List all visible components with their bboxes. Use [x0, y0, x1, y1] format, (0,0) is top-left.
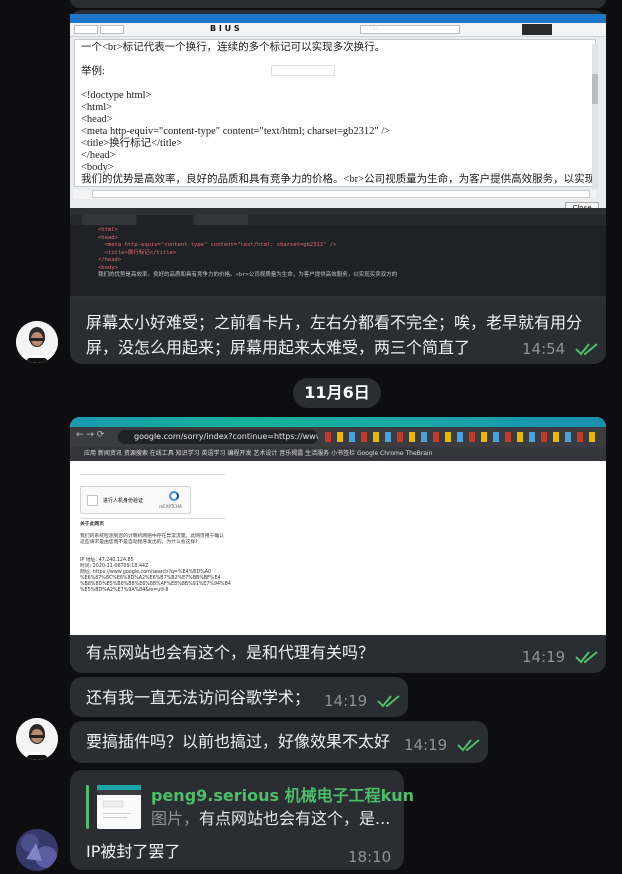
code-line: </head> [98, 257, 122, 263]
google-sorry-page: 进行人机身份验证 reCAPTCHA 关于此网页 我们的系统检测到您的计算机网络… [70, 461, 606, 635]
double-check-icon [377, 695, 400, 708]
editor-title-bar [70, 14, 606, 23]
editor-line: 一个<br>标记代表一个换行，连续的多个标记可以实现多次换行。 [81, 42, 386, 53]
reply-snippet: 图片，有点网站也会有这个，是... [151, 808, 390, 830]
double-check-icon [457, 739, 480, 752]
editor-text-area[interactable]: 一个<br>标记代表一个换行，连续的多个标记可以实现多次换行。 举例: <!do… [74, 39, 596, 187]
screenshot-image[interactable]: B I U S HTML 一个<br>标记代表一个换行，连续的多个标记可以实现多… [70, 14, 606, 302]
code-line: 我们的优势是高效率，良好的品质和具有竞争力的价格。<br>公司视质量为生命，为客… [98, 272, 398, 278]
reply-indicator [86, 785, 89, 829]
code-line: <head> [98, 234, 118, 241]
message-text: 要搞插件吗？以前也搞过，好像效果不太好 [86, 732, 391, 751]
browser-toolbar: ← → ⟳ google.com/sorry/index?continue=ht… [70, 427, 606, 447]
reply-thumbnail [97, 785, 141, 829]
editor-line: <title>换行标记</title> [81, 138, 183, 149]
code-line: <body> [98, 264, 118, 271]
double-check-icon [575, 651, 598, 664]
code-editor-window: <html> <head> <meta http-equiv="content-t… [70, 208, 606, 302]
editor-toolbar: B I U S HTML [70, 23, 606, 37]
message-time: 14:19 [522, 648, 599, 666]
code-line: <html> [98, 227, 118, 233]
message-bubble[interactable]: peng9.serious 机械电子工程kun 图片，有点网站也会有这个，是..… [70, 770, 414, 870]
editor-line: 我们的优势是高效率，良好的品质和具有竞争力的价格。<br>公司视质量为生命，为客… [81, 174, 596, 185]
editor-line: <meta http-equiv="content-type" content=… [81, 126, 391, 137]
message-text: 有点网站也会有这个，是和代理有关吗？ [86, 643, 375, 662]
code-area: <html> <head> <meta http-equiv="content-t… [70, 225, 606, 280]
editor-line: 举例: [81, 66, 105, 77]
editor-status-bar [74, 190, 596, 199]
message-time: 18:10 [348, 848, 392, 866]
editor-line: <body> [81, 162, 114, 173]
editor-line: <!doctype html> [81, 90, 152, 101]
message-time: 14:19 [404, 736, 481, 754]
editor-line: <html> [81, 102, 113, 113]
message-time: 14:19 [324, 692, 401, 710]
double-check-icon [575, 343, 598, 356]
message-text: IP被封了罢了 [86, 842, 181, 861]
chat-view: B I U S HTML 一个<br>标记代表一个换行，连续的多个标记可以实现多… [0, 0, 622, 874]
avatar[interactable] [16, 718, 58, 760]
code-line: <meta http-equiv="content-type" content=… [98, 242, 337, 248]
recaptcha-widget[interactable]: 进行人机身份验证 reCAPTCHA [80, 486, 191, 514]
code-line: <title>换行标记</title> [98, 249, 177, 256]
editor-line: <head> [81, 114, 113, 125]
bookmarks-bar: 应用 新闻资讯 资源搜索 在线工具 知识学习 英语学习 编程开发 艺术设计 音乐… [70, 447, 606, 461]
message-time: 14:54 [522, 340, 599, 358]
editor-line: </head> [81, 150, 116, 161]
address-bar[interactable]: google.com/sorry/index?continue=https://… [118, 430, 318, 444]
font-select[interactable]: HTML [360, 25, 460, 34]
reply-author[interactable]: peng9.serious 机械电子工程kun [151, 785, 414, 807]
previous-message-bubble[interactable] [70, 0, 606, 8]
date-separator: 11月6日 [293, 378, 381, 408]
message-text: 还有我一直无法访问谷歌学术； [86, 688, 311, 707]
avatar[interactable] [16, 829, 58, 871]
reply-snippet-prefix: 图片， [151, 809, 200, 828]
browser-tab-strip [70, 417, 606, 427]
editor-line: </body> [81, 186, 589, 187]
screenshot-image[interactable]: ← → ⟳ google.com/sorry/index?continue=ht… [70, 417, 606, 635]
floating-toolbar [271, 65, 335, 76]
avatar[interactable] [16, 321, 58, 363]
reply-snippet-text: 有点网站也会有这个，是... [199, 809, 391, 828]
captcha-checkbox[interactable] [87, 495, 98, 506]
